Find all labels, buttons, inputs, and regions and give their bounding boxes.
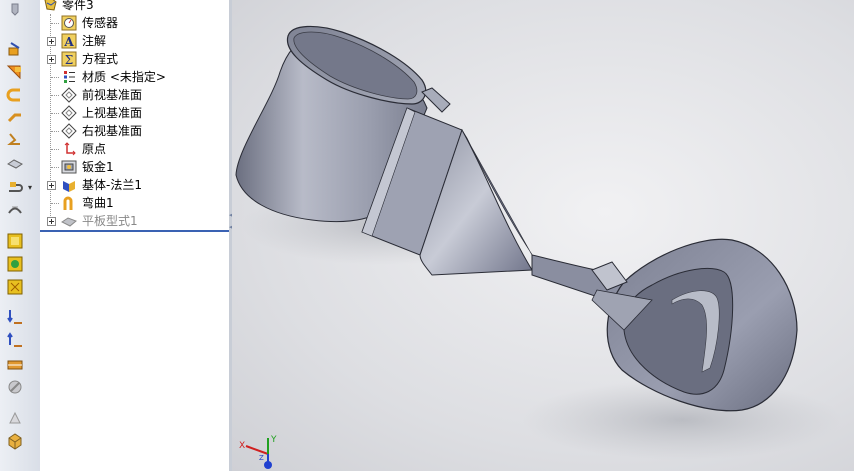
flat-pattern-icon (61, 213, 77, 229)
tree-item-label: 钣金1 (82, 160, 114, 174)
tree-item-material[interactable]: 材质 <未指定> (40, 68, 229, 86)
edge-flange-icon[interactable] (5, 86, 25, 104)
tree-branch (51, 113, 59, 114)
closed-corner-icon[interactable] (5, 232, 25, 250)
tree-item-label: 弯曲1 (82, 196, 114, 210)
cross-break-icon[interactable] (5, 201, 25, 219)
tree-item-top-plane[interactable]: 上视基准面 (40, 104, 229, 122)
tree-item-equations[interactable]: Σ 方程式 (40, 50, 229, 68)
tree-branch (51, 23, 59, 24)
sheet-metal-toolbar: ▾ (0, 0, 41, 471)
origin-icon (61, 141, 77, 157)
convert-to-sheet-metal-icon[interactable] (5, 40, 25, 58)
tree-item-label: 前视基准面 (82, 88, 143, 102)
tree-item-label: 上视基准面 (82, 106, 143, 120)
tree-item-label: 传感器 (82, 16, 119, 30)
dropdown-arrow-icon[interactable]: ▾ (28, 183, 32, 192)
triad-z-label: Z (259, 454, 264, 462)
part-icon (42, 0, 58, 13)
tree-item-right-plane[interactable]: 右视基准面 (40, 122, 229, 140)
jog-icon[interactable] (5, 154, 25, 172)
expand-toggle[interactable] (47, 37, 56, 46)
flatten-icon[interactable] (5, 355, 25, 373)
reference-triad: X Y Z (239, 435, 277, 469)
tree-item-flat-pattern[interactable]: 平板型式1 (40, 212, 229, 230)
no-bends-icon[interactable] (5, 378, 25, 396)
miter-flange-icon[interactable] (5, 108, 25, 126)
annotation-icon: A (61, 33, 77, 49)
tree-item-label: 右视基准面 (82, 124, 143, 138)
sheet-metal-icon (61, 159, 77, 175)
tree-item-origin[interactable]: 原点 (40, 140, 229, 158)
rip-icon[interactable] (5, 409, 25, 427)
fold-icon[interactable] (5, 331, 25, 349)
tree-branch (51, 203, 59, 204)
welded-corner-icon[interactable] (5, 255, 25, 273)
tree-branch (51, 95, 59, 96)
tree-item-annotations[interactable]: A 注解 (40, 32, 229, 50)
break-corner-icon[interactable] (5, 278, 25, 296)
unfold-icon[interactable] (5, 308, 25, 326)
hem-icon[interactable] (5, 130, 25, 148)
tree-item-label: 基体-法兰1 (82, 178, 142, 192)
lofted-bend-icon[interactable] (5, 63, 25, 81)
triad-y-label: Y (270, 435, 277, 445)
tree-item-label: 材质 <未指定> (82, 70, 166, 84)
rollback-bar[interactable] (40, 230, 229, 232)
tree-branch (51, 131, 59, 132)
sketched-bend-icon[interactable] (5, 178, 25, 196)
tree-branch (51, 77, 59, 78)
material-icon (61, 69, 77, 85)
plane-icon (61, 123, 77, 139)
insert-bends-icon[interactable] (5, 432, 25, 450)
plane-icon (61, 87, 77, 103)
base-flange-icon (61, 177, 77, 193)
tree-item-base-flange[interactable]: 基体-法兰1 (40, 176, 229, 194)
bend-icon (61, 195, 77, 211)
tree-item-part[interactable]: 零件3 (40, 0, 229, 14)
expand-toggle[interactable] (47, 55, 56, 64)
tree-item-front-plane[interactable]: 前视基准面 (40, 86, 229, 104)
equation-icon: Σ (61, 51, 77, 67)
tree-item-sensors[interactable]: 传感器 (40, 14, 229, 32)
tree-branch (51, 167, 59, 168)
feature-manager-tree: 零件3 传感器 A 注解 Σ 方程式 材质 <未指定> 前视基准面 上视基准面 … (40, 0, 229, 471)
svg-text:A: A (63, 35, 74, 49)
tree-branch (51, 149, 59, 150)
tree-item-label: 注解 (82, 34, 107, 48)
triad-x-label: X (239, 441, 245, 451)
tree-item-sheet-metal[interactable]: 钣金1 (40, 158, 229, 176)
tree-item-bend[interactable]: 弯曲1 (40, 194, 229, 212)
tree-item-label: 平板型式1 (82, 214, 138, 228)
svg-text:Σ: Σ (65, 53, 73, 67)
sheet-metal-part-model[interactable] (232, 0, 854, 471)
tree-item-label: 方程式 (82, 52, 119, 66)
graphics-viewport[interactable] (232, 0, 854, 471)
expand-toggle[interactable] (47, 217, 56, 226)
tree-item-label: 原点 (82, 142, 107, 156)
base-flange-tool-icon[interactable] (5, 2, 25, 20)
plane-icon (61, 105, 77, 121)
tree-item-label: 零件3 (62, 0, 94, 12)
expand-toggle[interactable] (47, 181, 56, 190)
sensor-icon (61, 15, 77, 31)
